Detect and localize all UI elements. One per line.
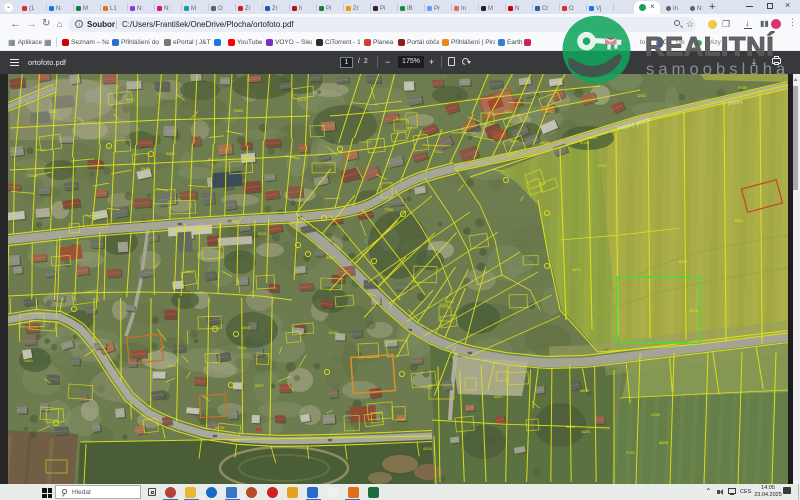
svg-text:741/2: 741/2 (167, 364, 176, 368)
svg-text:721/2: 721/2 (237, 346, 246, 350)
svg-text:164/5: 164/5 (184, 270, 193, 274)
svg-text:340/2: 340/2 (734, 219, 743, 223)
svg-text:662/8: 662/8 (659, 441, 668, 445)
svg-text:samoobsluha: samoobsluha (646, 61, 789, 79)
svg-text:405/6: 405/6 (241, 326, 250, 330)
svg-text:REALITNÍ: REALITNÍ (645, 31, 775, 62)
svg-text:918/1: 918/1 (166, 152, 175, 156)
svg-text:452/4: 452/4 (581, 430, 590, 434)
svg-text:692/7: 692/7 (494, 395, 503, 399)
svg-text:514/7: 514/7 (326, 256, 335, 260)
svg-text:925/3: 925/3 (28, 174, 37, 178)
svg-text:694/8: 694/8 (208, 158, 217, 162)
svg-text:680/6: 680/6 (540, 141, 549, 145)
svg-text:490/7: 490/7 (231, 439, 240, 443)
svg-text:501/4: 501/4 (510, 139, 519, 143)
svg-text:412/8: 412/8 (678, 260, 687, 264)
svg-text:969/9: 969/9 (580, 389, 589, 393)
svg-text:137/9: 137/9 (597, 164, 606, 168)
svg-text:775/5: 775/5 (384, 208, 393, 212)
svg-text:164/1: 164/1 (24, 359, 33, 363)
svg-text:237/8: 237/8 (689, 309, 698, 313)
svg-text:570/6: 570/6 (580, 141, 589, 145)
svg-text:969/9: 969/9 (566, 425, 575, 429)
svg-text:954/5: 954/5 (141, 167, 150, 171)
svg-text:652/8: 652/8 (215, 426, 224, 430)
svg-text:243/9: 243/9 (651, 413, 660, 417)
svg-text:624/3: 624/3 (329, 331, 338, 335)
svg-text:272/1: 272/1 (626, 451, 635, 455)
svg-text:467/1: 467/1 (572, 268, 581, 272)
svg-text:263/3: 263/3 (588, 136, 597, 140)
svg-text:829/7: 829/7 (255, 384, 264, 388)
svg-text:993/3: 993/3 (445, 300, 454, 304)
svg-text:221/9: 221/9 (257, 232, 266, 236)
svg-text:721/2: 721/2 (434, 150, 443, 154)
svg-text:795/6: 795/6 (228, 220, 237, 224)
svg-text:412/4: 412/4 (423, 447, 432, 451)
